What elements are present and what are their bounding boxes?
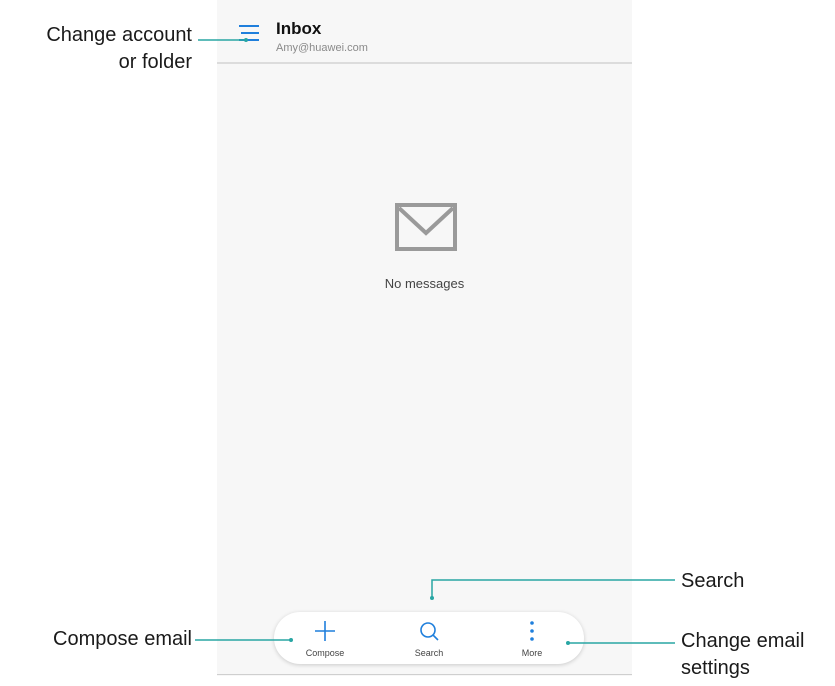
annotation-change-settings: Change email settings [681, 628, 804, 682]
annotation-line: Change account [46, 24, 192, 46]
empty-state-message: No messages [384, 276, 465, 291]
annotation-compose-email: Compose email [53, 628, 192, 650]
compose-label: Compose [305, 648, 345, 658]
more-vertical-icon [530, 621, 534, 641]
menu-icon[interactable] [239, 24, 261, 42]
page-title: Inbox [276, 19, 322, 38]
app-bar: Inbox Amy@huawei.com [217, 0, 632, 62]
email-app-screen: Inbox Amy@huawei.com No messages Compose… [217, 0, 632, 676]
annotation-line: settings [681, 657, 750, 679]
divider [217, 62, 632, 64]
annotation-change-account: Change account or folder [46, 22, 192, 76]
more-label: More [521, 648, 543, 658]
search-icon [420, 622, 439, 641]
annotation-line: or folder [118, 51, 192, 73]
more-button[interactable]: More [500, 612, 564, 664]
annotation-line: Change email [681, 630, 805, 652]
envelope-icon [395, 203, 457, 256]
annotation-search: Search [681, 570, 745, 592]
bottom-action-bar: Compose Search More [274, 612, 584, 664]
compose-button[interactable]: Compose [293, 612, 357, 664]
divider [217, 674, 632, 675]
plus-icon [315, 621, 335, 641]
account-email: Amy@huawei.com [276, 42, 368, 54]
search-label: Search [414, 648, 444, 658]
search-button[interactable]: Search [397, 612, 461, 664]
